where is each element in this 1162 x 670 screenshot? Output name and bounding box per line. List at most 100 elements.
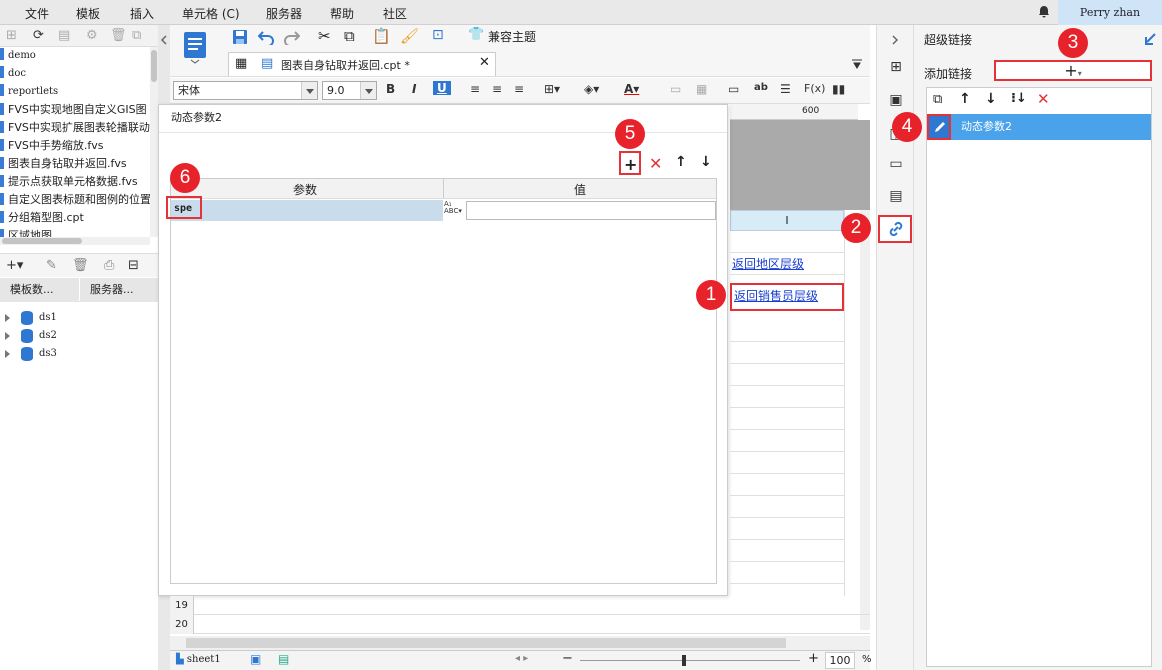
save-icon[interactable] [232, 29, 248, 45]
row-number[interactable]: 19 [170, 596, 194, 615]
text-icon[interactable]: ab [754, 82, 768, 93]
widget-icon[interactable]: ▭ [887, 155, 905, 173]
row-number[interactable]: 20 [170, 615, 194, 634]
zoom-input[interactable]: 100 [825, 652, 855, 669]
sheet-vscrollbar[interactable] [860, 210, 870, 630]
template-preview-icon[interactable] [182, 30, 208, 64]
zoom-slider-handle[interactable] [682, 655, 686, 666]
param-value-input[interactable] [466, 201, 716, 220]
dataset-item[interactable]: ds3 [0, 345, 158, 363]
merge-icon[interactable]: ▭ [670, 82, 681, 96]
selected-cell[interactable]: 返回销售员层级 [730, 283, 844, 311]
chevron-down-icon[interactable] [301, 82, 317, 99]
template-icon[interactable]: ▤ [58, 28, 70, 43]
menu-cell[interactable]: 单元格 (C) [182, 5, 240, 22]
list-item[interactable]: 提示点获取单元格数据.fvs [0, 173, 138, 191]
list-item[interactable]: 动态参数2 [927, 114, 1151, 140]
file-tree-scrollbar[interactable] [150, 47, 158, 237]
align-center-icon[interactable]: ≡ [492, 82, 502, 96]
sheet-cell[interactable] [730, 231, 844, 253]
list-item[interactable]: demo [0, 47, 36, 65]
scroll-left-icon[interactable]: ◂ ▸ [515, 653, 528, 664]
move-down-button[interactable]: ↓ [985, 91, 997, 107]
menu-community[interactable]: 社区 [383, 5, 407, 22]
column-header-i[interactable]: I [730, 210, 844, 231]
sheet-cell[interactable] [730, 452, 844, 474]
edit-link-button[interactable] [927, 114, 951, 140]
move-up-button[interactable]: ↑ [959, 91, 971, 107]
list-item[interactable]: FVS中实现地图自定义GIS图 [0, 101, 147, 119]
add-link-button[interactable]: +▾ [994, 60, 1152, 81]
menu-file[interactable]: 文件 [25, 5, 49, 22]
sheet-cell[interactable] [730, 496, 844, 518]
tab-template-data[interactable]: 模板数... [0, 278, 79, 302]
menu-help[interactable]: 帮助 [330, 5, 354, 22]
add-sheet-icon[interactable]: ▣ [250, 652, 261, 666]
menu-template[interactable]: 模板 [76, 5, 100, 22]
list-item[interactable]: 自定义图表标题和图例的位置 [0, 191, 151, 209]
value-type-icon[interactable]: A₁ ABC▾ [444, 201, 462, 215]
zoom-out-button[interactable]: − [562, 651, 573, 666]
sheet-tab[interactable]: ▙ sheet1 [176, 654, 221, 665]
zoom-in-button[interactable]: + [808, 651, 819, 666]
redo-icon[interactable] [284, 29, 300, 45]
user-name[interactable]: Perry zhan [1058, 0, 1162, 25]
formula-icon[interactable]: F(x) [804, 82, 825, 95]
edit-icon[interactable]: ✎ [46, 258, 57, 273]
font-color-icon[interactable]: A▾ [624, 82, 639, 96]
format-painter-icon[interactable]: 🖌 [400, 27, 419, 45]
insert-cell-icon[interactable]: ▭ [728, 82, 739, 96]
copy-icon[interactable]: ⧉ [132, 28, 141, 43]
delete-param-button[interactable]: ✕ [649, 154, 662, 173]
table-row[interactable]: 20 [170, 615, 870, 634]
bell-icon[interactable] [1037, 5, 1051, 19]
sheet-cell[interactable] [730, 540, 844, 562]
bold-icon[interactable]: B [386, 82, 395, 96]
align-left-icon[interactable]: ≡ [470, 82, 480, 96]
server-dataset-icon[interactable]: ⊟ [128, 258, 139, 273]
theme-icon[interactable]: 👕 [468, 27, 484, 42]
menu-server[interactable]: 服务器 [266, 5, 302, 22]
add-dataset-icon[interactable]: +▾ [6, 258, 23, 273]
link-icon[interactable] [888, 221, 904, 237]
expand-icon[interactable] [5, 332, 10, 340]
sheet-cell[interactable] [730, 408, 844, 430]
add-form-icon[interactable]: ▤ [278, 652, 289, 666]
delete-link-button[interactable]: ✕ [1037, 90, 1050, 108]
chevron-left-icon[interactable] [160, 35, 168, 45]
sheet-cell[interactable] [730, 474, 844, 496]
close-icon[interactable]: ✕ [479, 55, 490, 70]
collapse-panel-icon[interactable] [1144, 33, 1156, 45]
template-param-icon[interactable]: ⊡ [432, 27, 444, 43]
copy-icon[interactable]: ⧉ [344, 27, 355, 45]
compat-theme-button[interactable]: 兼容主题 [488, 28, 536, 45]
region-back-link[interactable]: 返回地区层级 [732, 257, 804, 271]
italic-icon[interactable]: I [412, 82, 416, 96]
delete-icon[interactable]: 🗑 [72, 258, 89, 273]
preview-icon[interactable]: ⎙ [104, 258, 114, 273]
list-item[interactable]: 图表自身钻取并返回.fvs [0, 155, 127, 173]
move-up-button[interactable]: ↑ [675, 154, 687, 170]
chart-icon[interactable]: ▮▮ [832, 82, 845, 96]
copy-icon[interactable]: ⧉ [933, 92, 942, 107]
move-bottom-button[interactable]: ⁝↓ [1011, 91, 1027, 106]
table-row[interactable]: 19 [170, 596, 870, 615]
new-folder-icon[interactable]: ⊞ [6, 28, 17, 43]
align-right-icon[interactable]: ≡ [514, 82, 524, 96]
unmerge-icon[interactable]: ▦ [696, 82, 707, 96]
underline-icon[interactable]: U [433, 81, 451, 95]
undo-icon[interactable] [258, 29, 274, 45]
refresh-icon[interactable]: ⟳ [33, 28, 44, 43]
zoom-slider[interactable] [580, 660, 800, 661]
pin-icon[interactable] [850, 58, 864, 70]
menu-insert[interactable]: 插入 [130, 5, 154, 22]
dataset-item[interactable]: ds1 [0, 309, 158, 327]
expand-icon[interactable] [5, 350, 10, 358]
font-select[interactable]: 宋体 [173, 81, 318, 100]
sheet-cell[interactable] [730, 320, 844, 342]
pencil-icon[interactable] [933, 120, 947, 134]
cell-element-icon[interactable]: ▣ [887, 91, 905, 109]
salesperson-back-link[interactable]: 返回销售员层级 [734, 289, 818, 303]
sheet-cell[interactable]: 返回地区层级 [730, 253, 844, 275]
chevron-down-icon[interactable] [360, 82, 376, 99]
